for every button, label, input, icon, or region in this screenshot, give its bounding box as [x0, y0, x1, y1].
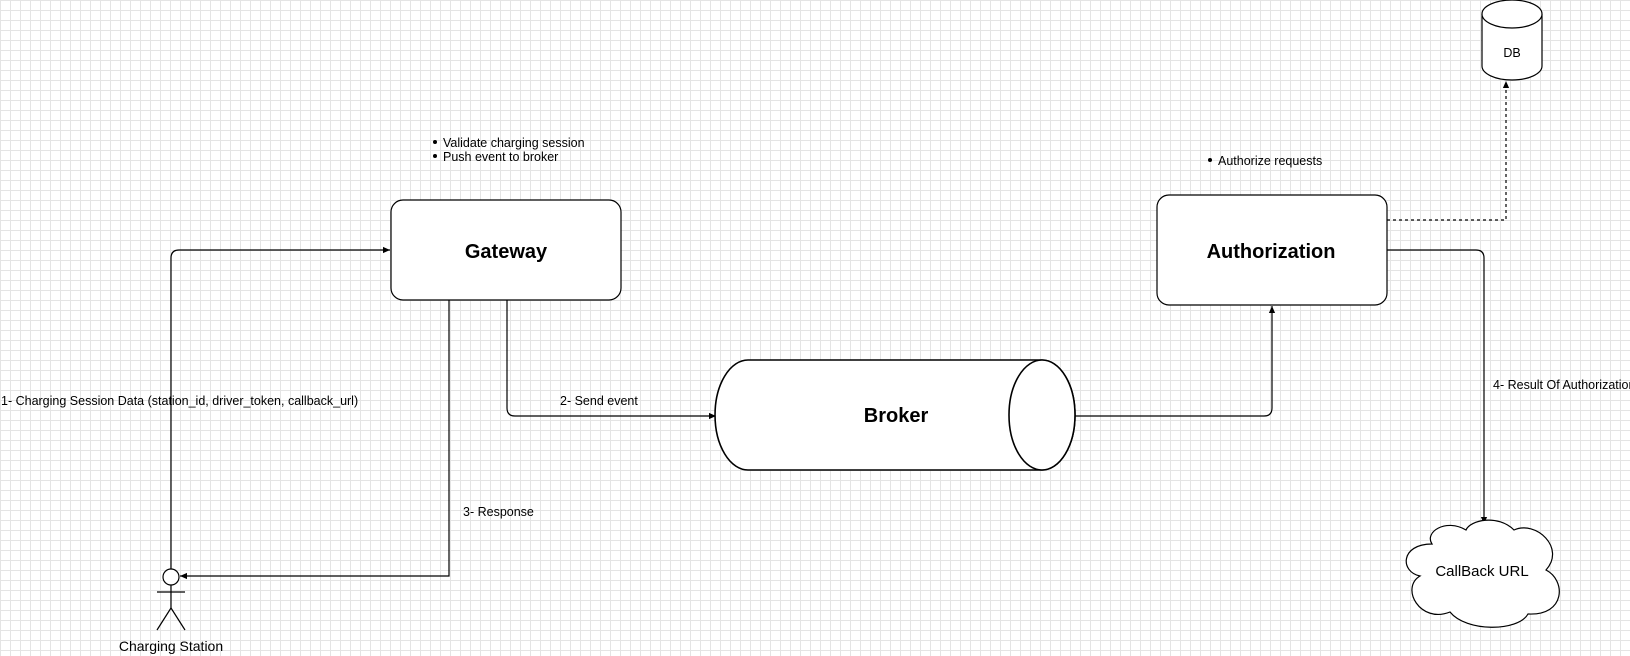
actor-right-leg: [170, 607, 186, 631]
charging-station-label: Charging Station: [119, 638, 223, 654]
edge-station-to-gateway[interactable]: [170, 246, 390, 572]
actor-left-leg: [156, 607, 172, 631]
callback-cloud-node[interactable]: CallBack URL: [1405, 519, 1560, 628]
edge-broker-to-authorization[interactable]: [1075, 306, 1276, 417]
gateway-node[interactable]: Gateway: [390, 199, 622, 301]
edge-authorization-to-db[interactable]: [1387, 81, 1510, 221]
edge-label-response: 3- Response: [463, 505, 534, 519]
authorization-note-1: Authorize requests: [1218, 154, 1322, 168]
edge-label-authorization-result: 4- Result Of Authorization: [1493, 378, 1630, 392]
edge-authorization-to-callback[interactable]: [1387, 249, 1488, 524]
architecture-diagram: Gateway Authorization Broker DB CallBack…: [1, 0, 1630, 654]
authorization-label: Authorization: [1207, 241, 1336, 263]
db-label: DB: [1503, 46, 1520, 60]
gateway-notes: Validate charging session Push event to …: [433, 136, 585, 164]
actor-head: [162, 568, 180, 586]
db-node[interactable]: DB: [1481, 0, 1543, 81]
gateway-note-1: Validate charging session: [443, 136, 585, 150]
edge-label-station-to-gateway: 1- Charging Session Data (station_id, dr…: [1, 394, 358, 408]
gateway-label: Gateway: [465, 241, 548, 263]
broker-node[interactable]: Broker: [714, 359, 1076, 471]
authorization-notes: Authorize requests: [1208, 154, 1322, 168]
gateway-note-2: Push event to broker: [443, 150, 558, 164]
callback-label: CallBack URL: [1435, 563, 1528, 580]
broker-label: Broker: [864, 405, 929, 427]
charging-station-actor[interactable]: [156, 568, 186, 631]
edge-label-gateway-to-broker: 2- Send event: [560, 394, 638, 408]
authorization-node[interactable]: Authorization: [1156, 194, 1388, 306]
edge-gateway-to-station[interactable]: [180, 300, 450, 580]
